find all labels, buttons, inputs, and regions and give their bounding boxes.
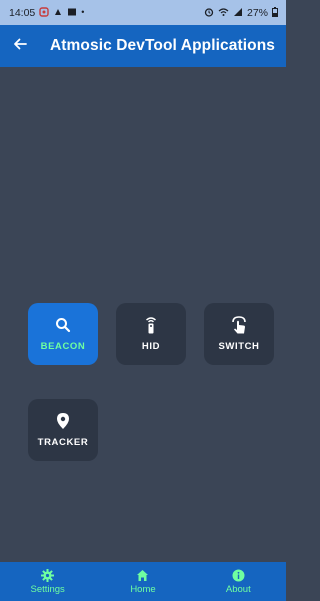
nav-about-label: About: [225, 584, 251, 595]
tracker-label: TRACKER: [37, 437, 89, 448]
beacon-label: BEACON: [40, 341, 86, 352]
app-bar: Atmosic DevTool Applications: [0, 25, 286, 67]
status-time: 14:05: [9, 6, 36, 19]
tracker-tile[interactable]: TRACKER: [28, 399, 98, 461]
status-right: 27%: [204, 6, 278, 19]
app-grid: BEACON HID SWITCH TRACKER: [0, 67, 286, 562]
alarm-icon: [204, 7, 214, 19]
hid-tile[interactable]: HID: [116, 303, 186, 365]
switch-label: SWITCH: [218, 341, 260, 352]
back-button[interactable]: [0, 25, 40, 67]
status-left: 14:05 •: [9, 7, 84, 19]
app-icon: [53, 7, 63, 19]
switch-tile[interactable]: SWITCH: [204, 303, 274, 365]
battery-percent: 27%: [246, 6, 268, 19]
nav-about[interactable]: About: [193, 568, 283, 595]
nav-home[interactable]: Home: [98, 568, 188, 595]
touch-icon: [230, 316, 248, 334]
image-icon: [67, 7, 77, 19]
gear-icon: [41, 568, 55, 582]
hid-label: HID: [141, 341, 161, 352]
status-bar: 14:05 • 27%: [0, 0, 286, 25]
battery-icon: [272, 6, 278, 19]
signal-icon: [233, 7, 243, 19]
info-icon: [231, 568, 245, 582]
wifi-icon: [218, 7, 229, 19]
nav-home-label: Home: [130, 584, 156, 595]
remote-icon: [142, 316, 160, 334]
nav-settings-label: Settings: [30, 584, 65, 595]
beacon-tile[interactable]: BEACON: [28, 303, 98, 365]
arrow-left-icon: [13, 37, 27, 56]
bottom-nav: Settings Home About: [0, 562, 286, 601]
dot-icon: •: [81, 7, 85, 17]
page-title: Atmosic DevTool Applications: [50, 37, 275, 54]
nav-settings[interactable]: Settings: [3, 568, 93, 595]
notification-icon: [39, 6, 49, 19]
home-icon: [136, 568, 150, 582]
location-pin-icon: [54, 412, 72, 430]
search-icon: [54, 316, 72, 334]
